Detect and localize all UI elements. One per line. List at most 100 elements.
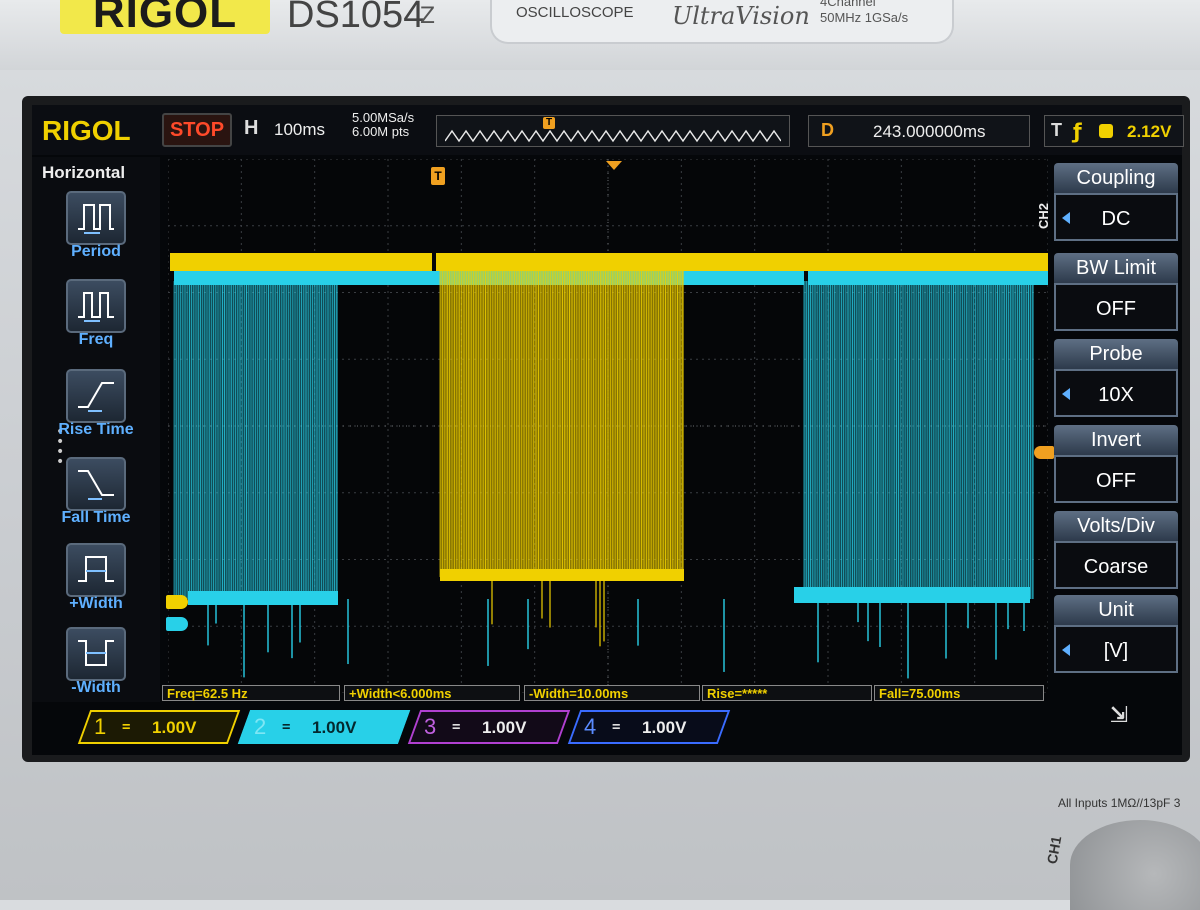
menu-title: BW Limit	[1054, 253, 1178, 283]
dc-coupling-icon: =	[612, 719, 621, 735]
bandwidth-spec: 50MHz 1GSa/s	[820, 10, 909, 25]
sample-rate: 5.00MSa/s	[352, 110, 415, 125]
ch1-connector-label: CH1	[1043, 834, 1065, 866]
freq-readout[interactable]: Freq=62.5 Hz	[162, 685, 340, 701]
ch3-tab[interactable]: 3 = 1.00V	[407, 710, 571, 744]
menu-value[interactable]: OFF	[1054, 455, 1178, 503]
channel-count: 4Channel	[820, 0, 876, 9]
waveform-canvas	[168, 159, 1048, 693]
menu-value[interactable]: [V]	[1054, 625, 1178, 673]
period-icon	[66, 191, 126, 245]
input-spec-label: All Inputs 1MΩ//13pF 3	[1058, 796, 1181, 810]
model-label: DS1054	[287, 0, 425, 36]
probe-value: 10X	[1098, 384, 1134, 406]
ch2-tab[interactable]: 2 = 1.00V	[237, 710, 411, 744]
rise-time-icon	[66, 369, 126, 423]
ch1-bnc-connector[interactable]	[1070, 820, 1200, 910]
ch2-high-level	[808, 271, 1048, 285]
run-stop-indicator[interactable]: STOP	[162, 113, 232, 147]
memory-depth: 6.00M pts	[352, 124, 410, 139]
status-bar: RIGOL STOP H 100ms 5.00MSa/s 6.00M pts T…	[32, 105, 1184, 155]
bw-limit-value: OFF	[1096, 298, 1136, 320]
ch4-tab[interactable]: 4 = 1.00V	[567, 710, 731, 744]
trigger-level-marker[interactable]	[1034, 446, 1054, 459]
channel-menu: CH2 Coupling DC BW Limit OFF Probe 10X I…	[1036, 163, 1180, 679]
menu-off-icon[interactable]: ⇲	[1092, 701, 1146, 731]
menu-title: Volts/Div	[1054, 511, 1178, 541]
ch2-low-level	[188, 591, 338, 605]
ch1-tab[interactable]: 1 = 1.00V	[77, 710, 241, 744]
trigger-marker-icon[interactable]: T	[431, 167, 445, 185]
menu-label: Fall Time	[61, 509, 131, 526]
measure-rise-time[interactable]: Rise Time	[32, 369, 160, 449]
menu-label: Rise Time	[58, 421, 134, 438]
menu-value[interactable]: DC	[1054, 193, 1178, 241]
menu-title: Invert	[1054, 425, 1178, 455]
channel-bar: 1 = 1.00V 2 = 1.00V 3 = 1.00V 4 = 1.00V	[77, 708, 1182, 752]
ch1-scale: 1.00V	[152, 718, 197, 737]
menu-value[interactable]: Coarse	[1054, 541, 1178, 589]
negative-width-icon	[66, 627, 126, 681]
ch2-low-level	[794, 587, 1030, 603]
ch1-ground-marker[interactable]	[166, 595, 188, 609]
delay-box[interactable]: D 243.000000ms	[808, 115, 1030, 147]
unit-value: [V]	[1103, 640, 1129, 662]
menu-label: Freq	[78, 331, 114, 348]
brand-logo: RIGOL	[60, 0, 270, 34]
rising-edge-icon: ƒ	[1073, 119, 1082, 143]
memory-wave-icon	[445, 129, 781, 143]
negative-width-readout[interactable]: -Width=10.00ms	[524, 685, 700, 701]
menu-title: Coupling	[1054, 163, 1178, 193]
fall-readout[interactable]: Fall=75.00ms	[874, 685, 1044, 701]
ch1-gap	[432, 253, 436, 271]
volts-div-value: Coarse	[1083, 556, 1149, 578]
ch2-ground-marker[interactable]	[166, 617, 188, 631]
measure-freq[interactable]: Freq	[32, 279, 160, 359]
series-name: UltraVision	[672, 2, 810, 30]
ch3-scale: 1.00V	[482, 718, 527, 737]
menu-value[interactable]: 10X	[1054, 369, 1178, 417]
left-arrow-icon	[1062, 388, 1070, 400]
freq-icon	[66, 279, 126, 333]
menu-value[interactable]: OFF	[1054, 283, 1178, 331]
trigger-level: 2.12V	[1127, 122, 1172, 141]
dc-coupling-icon: =	[452, 719, 461, 735]
trigger-source-icon	[1099, 124, 1113, 138]
positive-width-icon	[66, 543, 126, 597]
bezel-top: RIGOL DS1054 Z OSCILLOSCOPE UltraVision …	[0, 0, 1200, 70]
menu-title: Probe	[1054, 339, 1178, 369]
rise-readout[interactable]: Rise=*****	[702, 685, 872, 701]
ch1-low-level	[440, 569, 684, 581]
waveform-area[interactable]: T	[166, 159, 1054, 693]
menu-title: Horizontal	[42, 163, 126, 182]
screen-logo: RIGOL	[42, 115, 131, 146]
ch2-scale: 1.00V	[312, 718, 357, 737]
menu-label: +Width	[69, 595, 123, 612]
ch2-number: 2	[254, 714, 267, 739]
coupling-value: DC	[1101, 208, 1131, 230]
trigger-box[interactable]: T ƒ 2.12V	[1044, 115, 1184, 147]
measurement-bar: Freq=62.5 Hz +Width<6.000ms -Width=10.00…	[162, 685, 1044, 703]
menu-label: Period	[71, 243, 121, 260]
trigger-position-icon[interactable]	[606, 161, 622, 170]
menu-label: -Width	[71, 679, 121, 696]
measure-period[interactable]: Period	[32, 191, 160, 271]
timebase-value[interactable]: 100ms	[274, 120, 325, 140]
positive-width-readout[interactable]: +Width<6.000ms	[344, 685, 520, 701]
memory-overview: T	[436, 115, 790, 147]
dc-coupling-icon: =	[122, 719, 131, 735]
measure-fall-time[interactable]: Fall Time	[32, 457, 160, 537]
measure-menu: Horizontal Period Freq • • • • Rise Time Fa	[32, 157, 160, 702]
ch4-number: 4	[584, 714, 597, 739]
measure-positive-width[interactable]: +Width	[32, 543, 160, 623]
trigger-label: T	[1051, 120, 1062, 140]
measure-negative-width[interactable]: -Width	[32, 627, 160, 707]
acquisition-info: 5.00MSa/s 6.00M pts	[352, 111, 414, 139]
left-arrow-icon	[1062, 644, 1070, 656]
ch1-high-level	[170, 253, 1048, 271]
delay-value: 243.000000ms	[873, 122, 986, 141]
channel-tag: CH2	[1036, 203, 1051, 230]
fall-time-icon	[66, 457, 126, 511]
delay-label: D	[821, 120, 834, 140]
invert-value: OFF	[1096, 470, 1136, 492]
